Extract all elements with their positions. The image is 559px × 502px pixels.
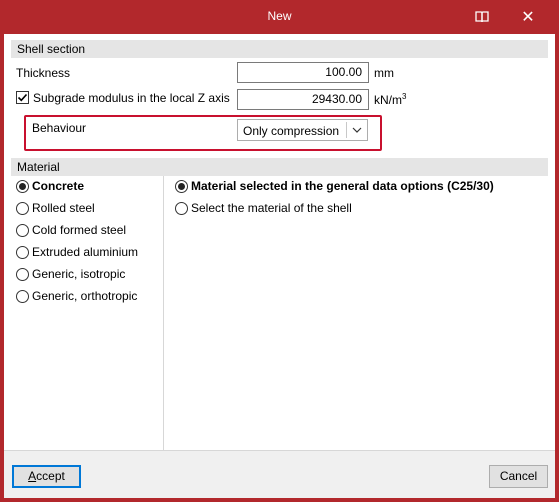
title-bar[interactable]: New ✕ <box>0 0 559 34</box>
material-radio-cold-formed-steel[interactable] <box>16 224 29 237</box>
material-radio-generic-orthotropic[interactable] <box>16 290 29 303</box>
material-label-generic-isotropic[interactable]: Generic, isotropic <box>32 267 125 281</box>
behaviour-selected-value: Only compression <box>243 124 340 138</box>
dropdown-divider <box>346 122 347 138</box>
behaviour-dropdown[interactable]: Only compression <box>237 119 368 141</box>
material-label-cold-formed-steel[interactable]: Cold formed steel <box>32 223 126 237</box>
book-icon[interactable] <box>459 0 505 34</box>
check-icon <box>17 93 28 102</box>
subgrade-unit-exponent: 3 <box>402 92 407 101</box>
thickness-label: Thickness <box>16 66 71 80</box>
behaviour-label: Behaviour <box>32 121 87 135</box>
material-radio-rolled-steel[interactable] <box>16 202 29 215</box>
option-radio-shell-material[interactable] <box>175 202 188 215</box>
dialog-window: New ✕ Shell section Thickness 100.00 mm … <box>0 0 559 502</box>
section-header-material: Material <box>11 158 548 176</box>
dialog-footer: Accept Cancel <box>4 451 555 498</box>
thickness-unit: mm <box>374 66 394 80</box>
material-label-concrete[interactable]: Concrete <box>32 179 84 193</box>
chevron-down-icon <box>352 127 362 133</box>
material-label-extruded-aluminium[interactable]: Extruded aluminium <box>32 245 138 259</box>
material-label-rolled-steel[interactable]: Rolled steel <box>32 201 95 215</box>
material-column-separator <box>163 176 164 450</box>
accept-mnemonic: A <box>28 469 37 483</box>
option-label-shell-material[interactable]: Select the material of the shell <box>191 201 352 215</box>
thickness-input[interactable]: 100.00 <box>237 62 369 83</box>
subgrade-unit: kN/m3 <box>374 92 407 108</box>
material-radio-generic-isotropic[interactable] <box>16 268 29 281</box>
close-icon[interactable]: ✕ <box>505 0 551 34</box>
material-radio-extruded-aluminium[interactable] <box>16 246 29 259</box>
option-label-general-data[interactable]: Material selected in the general data op… <box>191 179 494 193</box>
cancel-button[interactable]: Cancel <box>489 465 548 488</box>
material-label-generic-orthotropic[interactable]: Generic, orthotropic <box>32 289 137 303</box>
subgrade-label[interactable]: Subgrade modulus in the local Z axis <box>33 91 230 105</box>
subgrade-checkbox[interactable] <box>16 91 29 104</box>
accept-button[interactable]: Accept <box>12 465 81 488</box>
subgrade-input[interactable]: 29430.00 <box>237 89 369 110</box>
option-radio-general-data[interactable] <box>175 180 188 193</box>
accept-label: ccept <box>36 469 65 483</box>
dialog-body: Shell section Thickness 100.00 mm Subgra… <box>4 34 555 498</box>
section-header-shell: Shell section <box>11 40 548 58</box>
material-radio-concrete[interactable] <box>16 180 29 193</box>
subgrade-unit-base: kN/m <box>374 93 402 107</box>
